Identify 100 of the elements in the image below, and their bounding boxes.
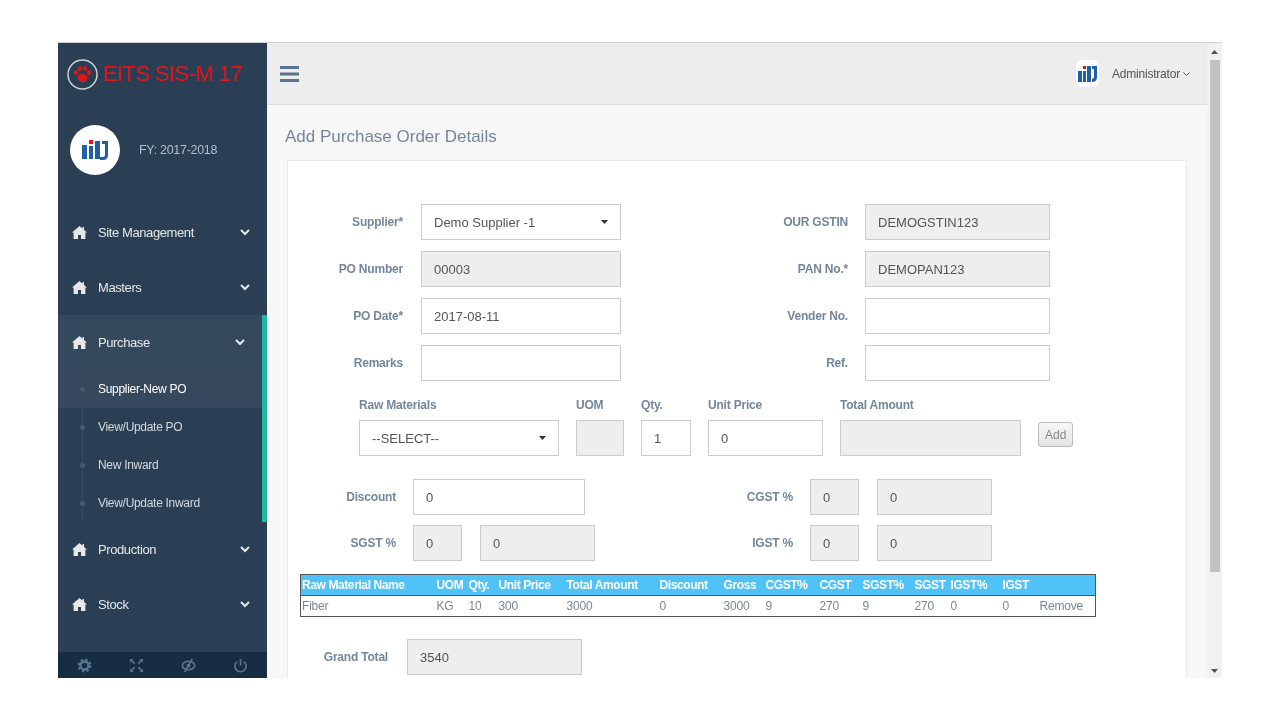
remove-link[interactable]: Remove [1039,599,1083,613]
column-header: Discount [658,574,723,596]
column-header: Gross [722,574,765,596]
readonly-field[interactable]: 0 [413,525,462,561]
menu-item[interactable]: Production [58,522,267,577]
home-icon [72,598,87,611]
menu-item[interactable]: Stock [58,577,267,632]
readonly-field[interactable] [576,420,624,456]
field-label: Qty. [641,398,664,412]
caret-icon [539,436,546,440]
column-header: CGST% [764,574,819,596]
readonly-field[interactable]: 0 [877,525,992,561]
caret-down-icon[interactable] [1211,669,1218,673]
chevron-down-icon [235,339,245,346]
chevron-down-icon [1183,71,1190,76]
field-label: Raw Materials [359,398,438,412]
menu-item[interactable]: Masters [58,260,267,315]
scrollbar-track[interactable] [1207,43,1222,678]
caret-icon [601,220,608,224]
field-label: IGST % [751,536,793,550]
user-menu[interactable]: Administrator [1111,66,1190,81]
paw-icon [67,58,98,90]
chevron-down-icon [240,546,250,553]
text-input[interactable]: 0 [708,420,823,456]
table-cell: 0 [949,595,1002,617]
column-header: IGST [1001,574,1039,596]
logo-icon [70,125,120,175]
table-cell: 10 [467,595,498,617]
field-label: OUR GSTIN [782,215,848,229]
page-title: Add Purchase Order Details [285,127,498,147]
column-header: Raw Material Name [300,574,436,596]
text-input[interactable]: 0 [413,479,585,515]
home-icon [72,226,87,239]
readonly-field[interactable]: 3540 [407,639,582,675]
field-label: Vender No. [786,309,848,323]
chevron-down-icon [240,601,250,608]
column-header: Unit Price [497,574,566,596]
field-label: PO Number [337,262,403,276]
menu-icon[interactable] [280,65,299,82]
menu-item[interactable]: Site Management [58,205,267,260]
home-icon [72,336,87,349]
table-cell: 270 [818,595,862,617]
readonly-field[interactable]: DEMOGSTIN123 [865,204,1050,240]
field-label: Remarks [352,356,403,370]
column-header: CGST [818,574,862,596]
eye-slash-icon[interactable] [181,657,197,673]
column-header: Qty. [467,574,498,596]
home-icon [72,543,87,556]
field-label: PAN No.* [796,262,848,276]
table-cell: Fiber [300,595,436,617]
field-label: Discount [345,490,396,504]
table-cell: 9 [861,595,914,617]
field-label: Total Amount [840,398,915,412]
field-label: CGST % [745,490,793,504]
field-label: Ref. [825,356,848,370]
field-label: PO Date* [352,309,403,323]
text-input[interactable] [865,345,1050,381]
dot-icon [80,424,85,430]
submenu-item[interactable]: Supplier-New PO [58,370,267,408]
field-label: Grand Total [322,650,388,664]
column-header: SGST% [861,574,914,596]
column-header: IGST% [949,574,1002,596]
readonly-field[interactable]: 0 [810,525,859,561]
caret-up-icon[interactable] [1211,50,1218,54]
readonly-field[interactable]: 0 [480,525,595,561]
text-input[interactable] [421,345,621,381]
column-header: Total Amount [565,574,659,596]
fullscreen-icon[interactable] [128,657,144,673]
dropdown[interactable]: Demo Supplier -1 [421,204,621,240]
column-header: UOM [435,574,468,596]
table-cell: 3000 [565,595,659,617]
field-label: Supplier* [351,215,403,229]
power-icon[interactable] [233,657,249,673]
table-cell: 0 [658,595,723,617]
readonly-field[interactable]: 00003 [421,251,621,287]
readonly-field[interactable]: DEMOPAN123 [865,251,1050,287]
readonly-field[interactable] [840,420,1021,456]
text-input[interactable] [865,298,1050,334]
text-input[interactable]: 2017-08-11 [421,298,621,334]
scrollbar-thumb[interactable] [1209,60,1220,572]
menu-item[interactable]: Purchase [58,315,267,370]
table-cell: 300 [497,595,566,617]
table-cell: 0 [1001,595,1039,617]
field-label: UOM [576,398,605,412]
chevron-down-icon [240,284,250,291]
readonly-field[interactable]: 0 [810,479,859,515]
settings-icon[interactable] [76,657,92,673]
chevron-down-icon [240,229,250,236]
table-cell: KG [435,595,468,617]
fiscal-year-label: FY: 2017-2018 [139,142,218,159]
dot-icon [80,500,85,506]
dropdown[interactable]: --SELECT-- [359,420,559,456]
text-input[interactable]: 1 [641,420,691,456]
home-icon [72,281,87,294]
table-cell: 270 [913,595,950,617]
table-cell: 3000 [722,595,765,617]
logo-icon [1075,60,1099,87]
table-cell: 9 [764,595,819,617]
field-label: Unit Price [708,398,764,412]
readonly-field[interactable]: 0 [877,479,992,515]
